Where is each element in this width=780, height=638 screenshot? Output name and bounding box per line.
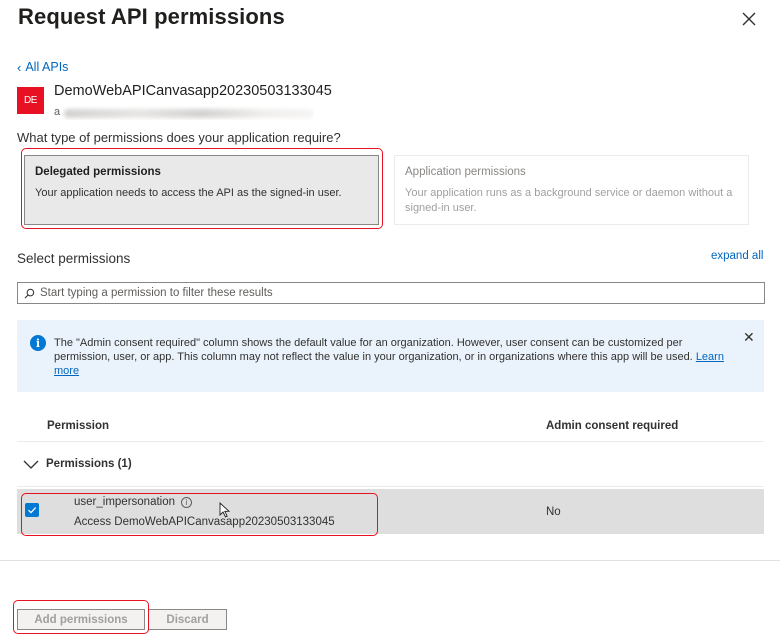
mouse-cursor-icon xyxy=(219,502,231,518)
api-name: DemoWebAPICanvasapp20230503133045 xyxy=(54,83,332,99)
column-header-admin-consent: Admin consent required xyxy=(546,420,679,432)
close-icon[interactable] xyxy=(738,8,760,30)
chevron-left-icon: ‹ xyxy=(17,59,22,75)
delegated-description: Your application needs to access the API… xyxy=(35,187,342,199)
column-header-permission: Permission xyxy=(47,420,109,432)
info-banner-text: The "Admin consent required" column show… xyxy=(54,336,734,378)
application-permissions-card[interactable]: Application permissions Your application… xyxy=(394,155,749,225)
info-banner-message: The "Admin consent required" column show… xyxy=(54,337,693,363)
api-logo: DE xyxy=(17,87,44,114)
permissions-group-label: Permissions (1) xyxy=(46,458,132,470)
api-subtitle: a xyxy=(54,106,314,120)
dismiss-banner-icon[interactable]: ✕ xyxy=(743,329,755,346)
admin-consent-info-banner: i The "Admin consent required" column sh… xyxy=(17,320,764,392)
expand-all-link[interactable]: expand all xyxy=(711,250,763,262)
footer-divider xyxy=(0,560,780,561)
application-description: Your application runs as a background se… xyxy=(405,187,733,214)
delegated-permissions-card[interactable]: Delegated permissions Your application n… xyxy=(24,155,379,225)
permission-type-question: What type of permissions does your appli… xyxy=(17,130,341,145)
permission-description: Access DemoWebAPICanvasapp20230503133045 xyxy=(74,516,335,528)
back-link-all-apis[interactable]: ‹ All APIs xyxy=(17,60,68,74)
select-permissions-heading: Select permissions xyxy=(17,251,131,266)
discard-button[interactable]: Discard xyxy=(148,609,227,630)
add-permissions-button[interactable]: Add permissions xyxy=(17,609,145,630)
permissions-group-toggle[interactable]: Permissions (1) xyxy=(23,458,132,470)
permission-name-text: user_impersonation xyxy=(74,496,176,508)
application-title: Application permissions xyxy=(405,166,526,178)
info-circle-icon[interactable]: i xyxy=(181,496,193,508)
delegated-title: Delegated permissions xyxy=(35,166,161,178)
admin-consent-value: No xyxy=(546,506,561,518)
permission-filter[interactable] xyxy=(17,282,765,304)
panel-title: Request API permissions xyxy=(18,4,285,29)
permission-checkbox[interactable] xyxy=(25,503,39,517)
checkmark-icon xyxy=(28,507,37,514)
api-subtitle-prefix: a xyxy=(54,106,61,118)
info-icon: i xyxy=(30,335,46,351)
table-row[interactable]: user_impersonation i Access DemoWebAPICa… xyxy=(17,489,764,534)
search-icon xyxy=(24,288,35,298)
chevron-down-icon xyxy=(23,460,39,469)
group-divider xyxy=(17,486,764,487)
permission-name: user_impersonation i xyxy=(74,496,193,508)
header-divider xyxy=(17,441,764,442)
redacted-text xyxy=(64,109,314,118)
permission-filter-input[interactable] xyxy=(40,287,740,299)
back-link-label: All APIs xyxy=(25,60,69,74)
